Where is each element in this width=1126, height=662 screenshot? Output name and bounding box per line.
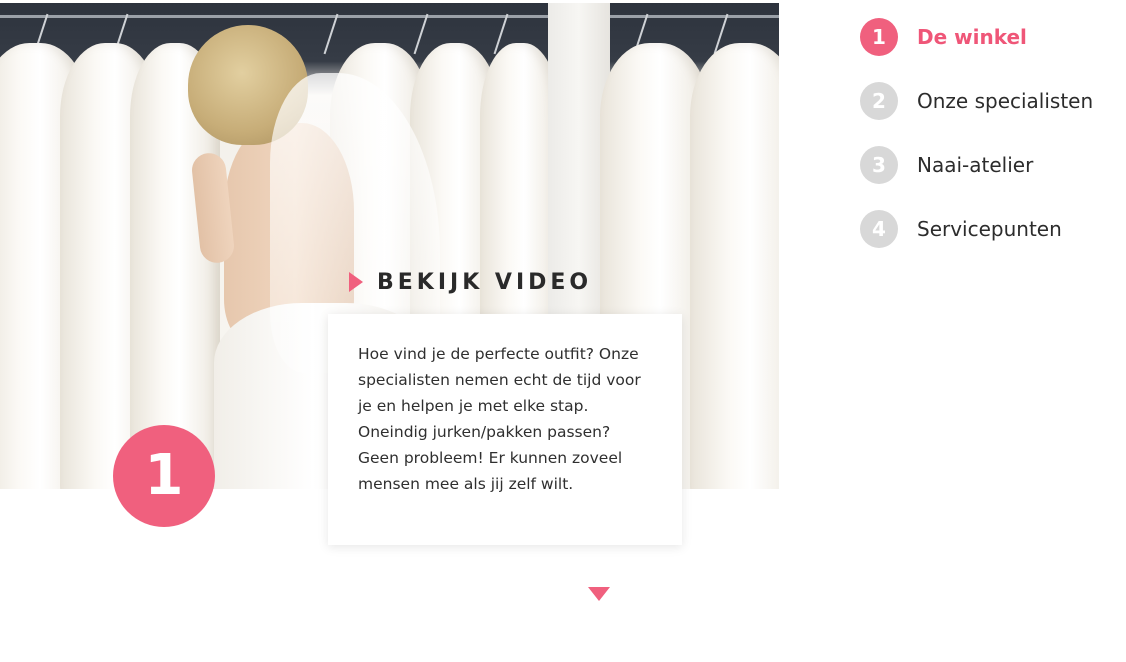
play-icon <box>349 272 363 292</box>
description-text: Hoe vind je de perfecte outfit? Onze spe… <box>358 345 641 493</box>
step-number: 4 <box>860 210 898 248</box>
step-item-onze-specialisten[interactable]: 2 Onze specialisten <box>860 82 1120 120</box>
hanger <box>413 13 429 55</box>
step-number: 1 <box>860 18 898 56</box>
steps-nav: 1 De winkel 2 Onze specialisten 3 Naai-a… <box>860 18 1120 274</box>
description-card: Hoe vind je de perfecte outfit? Onze spe… <box>328 314 682 545</box>
watch-video-link[interactable]: BEKIJK VIDEO <box>349 268 592 296</box>
chevron-down-icon[interactable] <box>588 587 610 601</box>
step-label: Servicepunten <box>917 217 1062 241</box>
step-number: 2 <box>860 82 898 120</box>
step-badge: 1 <box>113 425 215 527</box>
watch-video-label: BEKIJK VIDEO <box>377 269 593 295</box>
step-item-de-winkel[interactable]: 1 De winkel <box>860 18 1120 56</box>
step-item-naai-atelier[interactable]: 3 Naai-atelier <box>860 146 1120 184</box>
clothing-rail <box>0 15 779 18</box>
dress <box>690 43 779 489</box>
step-number: 3 <box>860 146 898 184</box>
step-label: Onze specialisten <box>917 89 1094 113</box>
step-item-servicepunten[interactable]: 4 Servicepunten <box>860 210 1120 248</box>
step-badge-number: 1 <box>144 443 184 508</box>
step-label: Naai-atelier <box>917 153 1034 177</box>
hanger <box>323 13 339 55</box>
step-label: De winkel <box>917 25 1027 49</box>
